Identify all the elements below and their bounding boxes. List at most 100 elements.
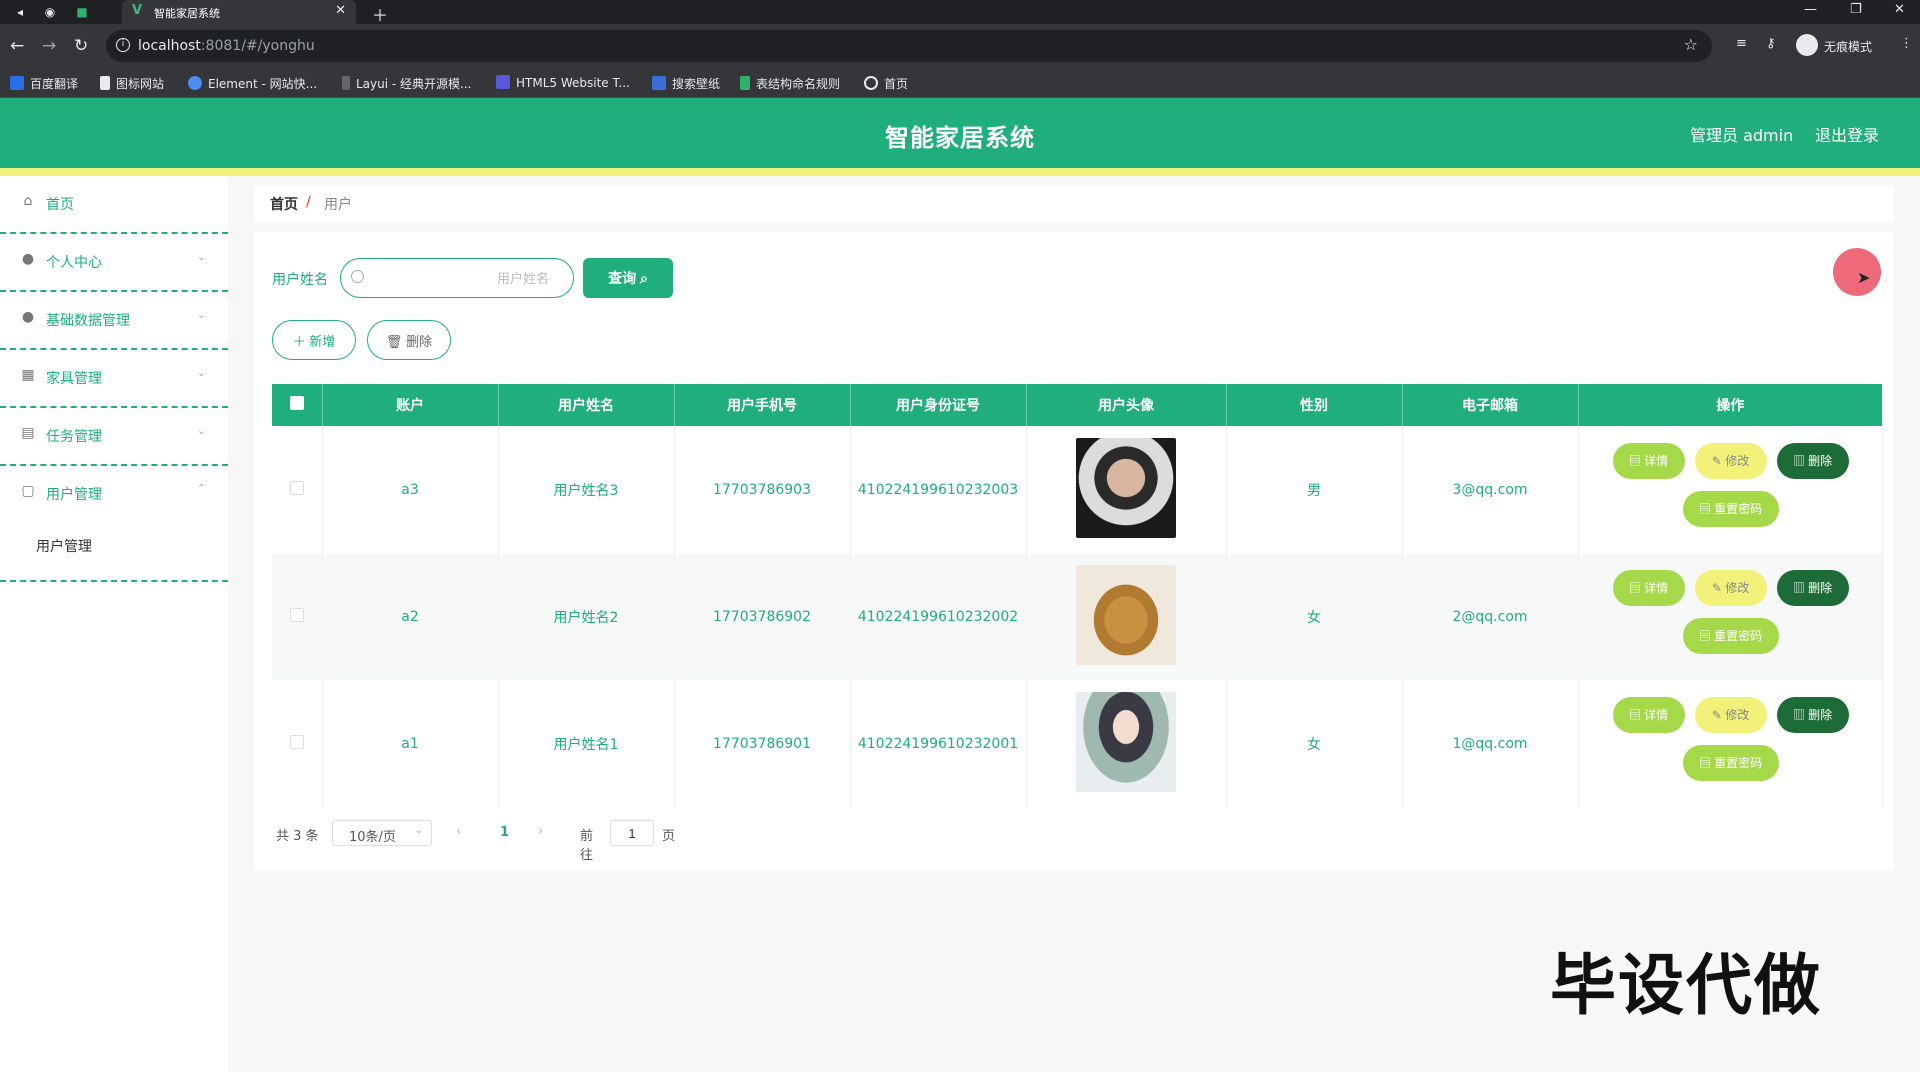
grid-icon: ▦ [21, 367, 35, 383]
sidebar-subitem-user-management[interactable]: 用户管理 [36, 536, 92, 556]
address-bar: ← → ↻ i localhost:8081/#/yonghu ☆ ≡ ⚷ 无痕… [0, 24, 1920, 68]
column-header[interactable]: 用户姓名 [498, 384, 675, 426]
goto-page-input[interactable] [610, 820, 654, 846]
minimize-icon[interactable]: — [1804, 2, 1817, 17]
menu-icon[interactable]: ⋮ [1900, 36, 1913, 51]
sidebar-item-users[interactable]: ▢ 用户管理 ⌃ 用户管理 [0, 466, 228, 582]
url-field[interactable]: i localhost:8081/#/yonghu ☆ [106, 30, 1712, 62]
search-input-wrapper[interactable] [340, 258, 574, 298]
reset-password-button[interactable]: ▤ 重置密码 [1682, 617, 1779, 654]
row-checkbox[interactable] [289, 480, 304, 495]
delete-button[interactable]: ▥ 删除 [1776, 442, 1849, 479]
goto-label: 前往 [580, 829, 594, 863]
browser-tab[interactable]: V 智能家居系统 ✕ [122, 0, 356, 24]
name-cell: 用户姓名1 [498, 680, 675, 807]
search-icon [351, 270, 364, 283]
sidebar-item-personal[interactable]: ● 个人中心 ⌄ [0, 234, 228, 292]
avatar-cell [1026, 426, 1227, 553]
close-window-icon[interactable]: ✕ [1894, 2, 1905, 17]
restore-icon[interactable]: ❐ [1850, 2, 1862, 17]
bookmark-item[interactable]: HTML5 Website T... [496, 75, 630, 90]
detail-button[interactable]: ▤ 详情 [1612, 442, 1685, 479]
column-header[interactable]: 用户头像 [1026, 384, 1227, 426]
trash-icon: ▥ [1792, 708, 1805, 722]
sidebar: ⌂ 首页 ● 个人中心 ⌄ ● 基础数据管理 ⌄ ▦ 家具管理 ⌄ ▤ 任务管理… [0, 176, 228, 1072]
table-row: a2 用户姓名2 17703786902 410224199610232002 … [272, 553, 1883, 680]
tab-title: 智能家居系统 [154, 7, 220, 20]
reset-password-button[interactable]: ▤ 重置密码 [1682, 490, 1779, 527]
batch-delete-button[interactable]: 🗑 删除 [367, 320, 451, 360]
column-header[interactable]: 用户手机号 [674, 384, 851, 426]
document-icon: ▤ [1698, 629, 1711, 643]
chevron-up-icon: ⌃ [196, 482, 206, 495]
phone-cell: 17703786901 [674, 680, 851, 807]
pencil-icon: ✎ [1711, 708, 1722, 722]
bookmark-item[interactable]: 百度翻译 [10, 75, 78, 92]
edit-button[interactable]: ✎ 修改 [1694, 442, 1767, 479]
row-checkbox[interactable] [289, 607, 304, 622]
globe-icon[interactable]: ◉ [42, 4, 58, 20]
phone-cell: 17703786902 [674, 553, 851, 680]
reload-icon[interactable]: ↻ [74, 36, 88, 56]
page-size-select[interactable]: 10条/页 ⌄ [332, 820, 432, 846]
header-stripe [0, 168, 1920, 176]
next-page-icon[interactable]: › [538, 824, 543, 839]
sidebar-item-tasks[interactable]: ▤ 任务管理 ⌄ [0, 408, 228, 466]
detail-button[interactable]: ▤ 详情 [1612, 696, 1685, 733]
column-header[interactable]: 电子邮箱 [1402, 384, 1579, 426]
breadcrumb-home[interactable]: 首页 [270, 194, 298, 214]
select-all-checkbox[interactable] [289, 396, 304, 410]
bookmark-item[interactable]: Element - 网站快... [188, 75, 317, 92]
chevron-down-icon: ⌄ [414, 825, 423, 836]
incognito-icon[interactable] [1796, 34, 1818, 56]
sidebar-item-label: 任务管理 [46, 429, 102, 445]
query-button[interactable]: 查询 ⌕ [583, 258, 673, 298]
edit-button[interactable]: ✎ 修改 [1694, 569, 1767, 606]
logout-link[interactable]: 退出登录 [1815, 122, 1879, 146]
breadcrumb-separator: / [306, 194, 311, 210]
column-header[interactable]: 账户 [322, 384, 499, 426]
new-tab-icon[interactable]: ＋ [372, 2, 388, 26]
pagination-total: 共 3 条 [276, 829, 319, 844]
delete-button[interactable]: ▥ 删除 [1776, 569, 1849, 606]
reset-password-button[interactable]: ▤ 重置密码 [1682, 744, 1779, 781]
document-icon: ▤ [1698, 756, 1711, 770]
sidebar-item-basic-data[interactable]: ● 基础数据管理 ⌄ [0, 292, 228, 350]
reading-list-icon[interactable]: ≡ [1736, 36, 1747, 51]
info-icon[interactable]: i [116, 38, 130, 52]
trash-icon: ▥ [1792, 581, 1805, 595]
column-header[interactable]: 用户身份证号 [850, 384, 1027, 426]
page-suffix: 页 [662, 829, 676, 844]
bookmark-item[interactable]: 首页 [864, 75, 908, 92]
delete-button[interactable]: ▥ 删除 [1776, 696, 1849, 733]
name-cell: 用户姓名2 [498, 553, 675, 680]
sidebar-item-home[interactable]: ⌂ 首页 [0, 176, 228, 234]
bookmark-star-icon[interactable]: ☆ [1684, 35, 1698, 54]
avatar-cell [1026, 553, 1227, 680]
add-button[interactable]: ＋ 新增 [272, 320, 356, 360]
detail-button[interactable]: ▤ 详情 [1612, 569, 1685, 606]
column-header[interactable]: 性别 [1226, 384, 1403, 426]
email-cell: 1@qq.com [1402, 680, 1579, 807]
row-checkbox[interactable] [289, 734, 304, 749]
key-icon[interactable]: ⚷ [1766, 36, 1776, 51]
back-icon[interactable]: ← [10, 36, 24, 56]
bookmark-item[interactable]: Layui - 经典开源模... [342, 75, 471, 92]
close-tab-icon[interactable]: ✕ [335, 3, 346, 18]
bookmark-item[interactable]: 搜索壁纸 [652, 75, 720, 92]
speaker-icon[interactable]: ◂ [12, 4, 28, 20]
edit-button[interactable]: ✎ 修改 [1694, 696, 1767, 733]
bookmark-item[interactable]: 表结构命名规则 [740, 75, 840, 92]
email-cell: 2@qq.com [1402, 553, 1579, 680]
prev-page-icon[interactable]: ‹ [456, 824, 461, 839]
sidebar-item-furniture[interactable]: ▦ 家具管理 ⌄ [0, 350, 228, 408]
bookmark-item[interactable]: 图标网站 [100, 75, 164, 92]
browser-tab-bar: ◂ ◉ ■ V 智能家居系统 ✕ ＋ — ❐ ✕ [0, 0, 1920, 26]
gender-cell: 男 [1226, 426, 1403, 553]
email-cell: 3@qq.com [1402, 426, 1579, 553]
search-input[interactable] [371, 265, 561, 291]
table-header-row: 账户 用户姓名 用户手机号 用户身份证号 用户头像 性别 电子邮箱 操作 [272, 384, 1882, 426]
forward-icon[interactable]: → [42, 36, 56, 56]
page-number[interactable]: 1 [500, 825, 509, 840]
app-icon[interactable]: ■ [74, 4, 90, 20]
